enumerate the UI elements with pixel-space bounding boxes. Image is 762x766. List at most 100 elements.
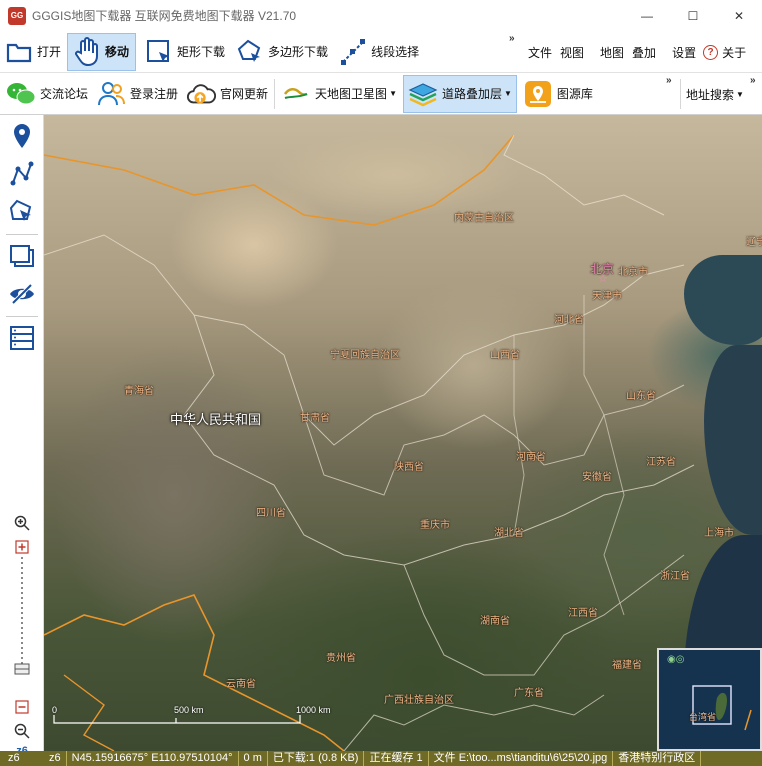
scale-label-1000: 1000 km [296, 705, 331, 715]
login-button[interactable]: 登录注册 [92, 75, 182, 113]
map-label: 安徽省 [582, 472, 612, 483]
window-controls: — ☐ ✕ [624, 0, 762, 31]
road-overlay-button[interactable]: 道路叠加层 ▼ [402, 74, 517, 113]
map-label: 重庆市 [420, 520, 450, 531]
map-label: 江苏省 [646, 457, 676, 468]
zoom-in-button[interactable] [4, 513, 40, 533]
open-button[interactable]: 打开 [0, 33, 67, 71]
layers-panel-button[interactable] [4, 239, 40, 273]
scale-bar: 0 500 km 1000 km [52, 705, 332, 725]
status-file-path: 文件 E:\too...ms\tianditu\6\25\20.jpg [429, 751, 614, 766]
zoom-out-button[interactable] [4, 721, 40, 741]
forum-button[interactable]: 交流论坛 [2, 75, 92, 113]
users-icon [96, 79, 126, 109]
menu-settings[interactable]: 设置 [672, 44, 696, 61]
plus-box-icon [15, 540, 29, 554]
address-search-dropdown-icon: ▼ [736, 90, 744, 99]
close-button[interactable]: ✕ [716, 0, 762, 31]
move-button[interactable]: 移动 [67, 32, 137, 71]
magnifier-minus-icon [14, 723, 30, 739]
map-label: 四川省 [256, 508, 286, 519]
map-label: 辽宁 [746, 237, 762, 248]
menu-about[interactable]: 关于 [722, 44, 746, 61]
hand-icon [72, 36, 102, 67]
minimap-label: 台湾省 [689, 712, 717, 722]
zoom-slider-track[interactable] [21, 557, 23, 677]
line-select-button[interactable]: 线段选择 [334, 33, 425, 71]
map-label: 福建省 [612, 660, 642, 671]
map-label: 内蒙古自治区 [454, 213, 514, 224]
list-table-icon [10, 326, 34, 350]
address-search-button[interactable]: 地址搜索 ▼ [686, 86, 744, 103]
forum-label: 交流论坛 [40, 87, 89, 101]
map-label: 湖南省 [480, 616, 510, 627]
menu-map[interactable]: 地图 [600, 44, 624, 61]
road-overlay-dropdown-icon: ▼ [504, 89, 512, 98]
layers-icon [408, 79, 438, 109]
magnifier-plus-icon [14, 515, 30, 531]
folder-icon [4, 37, 34, 67]
zoom-step-out-button[interactable] [4, 697, 40, 717]
minus-box-icon [15, 700, 29, 714]
help-icon: ? [703, 44, 719, 60]
map-label: 广西壮族自治区 [384, 695, 454, 706]
window-title: GGGIS地图下载器 互联网免费地图下载器 V21.70 [32, 9, 297, 23]
sidebar-separator [6, 234, 38, 235]
toolbar2-more-icon[interactable]: » [666, 75, 672, 86]
polygon-download-button[interactable]: 多边形下载 [231, 33, 334, 71]
map-label: 贵州省 [326, 653, 356, 664]
capital-star-icon: ☆ [598, 273, 608, 285]
menu-bar: 文件 视图 地图 叠加 设置 ? 关于 [528, 31, 746, 73]
toolbar2-more2-icon[interactable]: » [750, 75, 756, 86]
login-label: 登录注册 [130, 87, 179, 101]
map-label: 河北省 [554, 315, 584, 326]
zoom-step-in-button[interactable] [4, 537, 40, 557]
address-search-label: 地址搜索 [686, 88, 735, 102]
update-button[interactable]: 官网更新 [182, 75, 272, 113]
toolbar-separator [680, 79, 681, 109]
tile-library-button[interactable]: 图源库 [519, 75, 597, 113]
line-select-label: 线段选择 [371, 45, 420, 59]
draw-polyline-button[interactable] [4, 157, 40, 191]
status-zoom-left: z6 [0, 751, 44, 766]
tile-library-label: 图源库 [556, 87, 593, 101]
main-toolbar: 打开 移动 矩形下载 多边形下载 线段选择 » 文件 视图 地图 叠加 设置 ?… [0, 31, 762, 73]
rect-download-button[interactable]: 矩形下载 [140, 33, 231, 71]
menu-view[interactable]: 视图 [560, 44, 584, 61]
tianditu-logo-icon [281, 79, 311, 109]
map-label: 浙江省 [660, 571, 690, 582]
toolbar-more-icon[interactable]: » [509, 33, 515, 44]
title-bar: GG GGGIS地图下载器 互联网免费地图下载器 V21.70 — ☐ ✕ [0, 0, 762, 31]
menu-file[interactable]: 文件 [528, 44, 552, 61]
toolbar-separator [274, 78, 276, 109]
app-logo-icon: GG [8, 6, 26, 25]
status-bar: z6 N45.15916675° E110.97510104° 0 m 已下载:… [44, 751, 762, 766]
menu-overlay[interactable]: 叠加 [632, 44, 656, 61]
left-tool-panel: z6 [0, 115, 44, 757]
maximize-button[interactable]: ☐ [670, 0, 716, 31]
minimize-button[interactable]: — [624, 0, 670, 31]
eye-slash-icon [10, 283, 34, 305]
rect-download-label: 矩形下载 [177, 45, 226, 59]
map-label: 云南省 [226, 679, 256, 690]
tianditu-button[interactable]: 天地图卫星图 ▼ [277, 75, 401, 113]
overview-minimap[interactable]: ◉◎ 台湾省 [657, 648, 762, 751]
map-viewport[interactable]: 内蒙古自治区 北京 ☆ 北京市 天津市 辽宁 河北省 宁夏回族自治区 山西省 山… [44, 115, 762, 751]
place-marker-button[interactable] [4, 119, 40, 153]
select-area-button[interactable] [4, 195, 40, 229]
update-label: 官网更新 [220, 87, 269, 101]
polygon-cursor-icon [9, 199, 32, 221]
rectangle-select-icon [144, 37, 174, 67]
map-label: 山东省 [626, 391, 656, 402]
map-label: 青海省 [124, 386, 154, 397]
secondary-toolbar: 交流论坛 登录注册 官网更新 天地图卫星图 ▼ 道路叠加层 ▼ 图源库 » 地址… [0, 73, 762, 115]
status-zoom: z6 [44, 751, 67, 766]
hide-layer-button[interactable] [4, 277, 40, 311]
map-label: 甘肃省 [300, 413, 330, 424]
zoom-slider-handle[interactable] [4, 661, 40, 677]
tianditu-dropdown-icon: ▼ [389, 89, 397, 98]
polyline-icon [10, 161, 34, 186]
scale-label-zero: 0 [52, 705, 58, 715]
task-list-button[interactable] [4, 321, 40, 355]
cloud-upload-icon [186, 79, 217, 109]
